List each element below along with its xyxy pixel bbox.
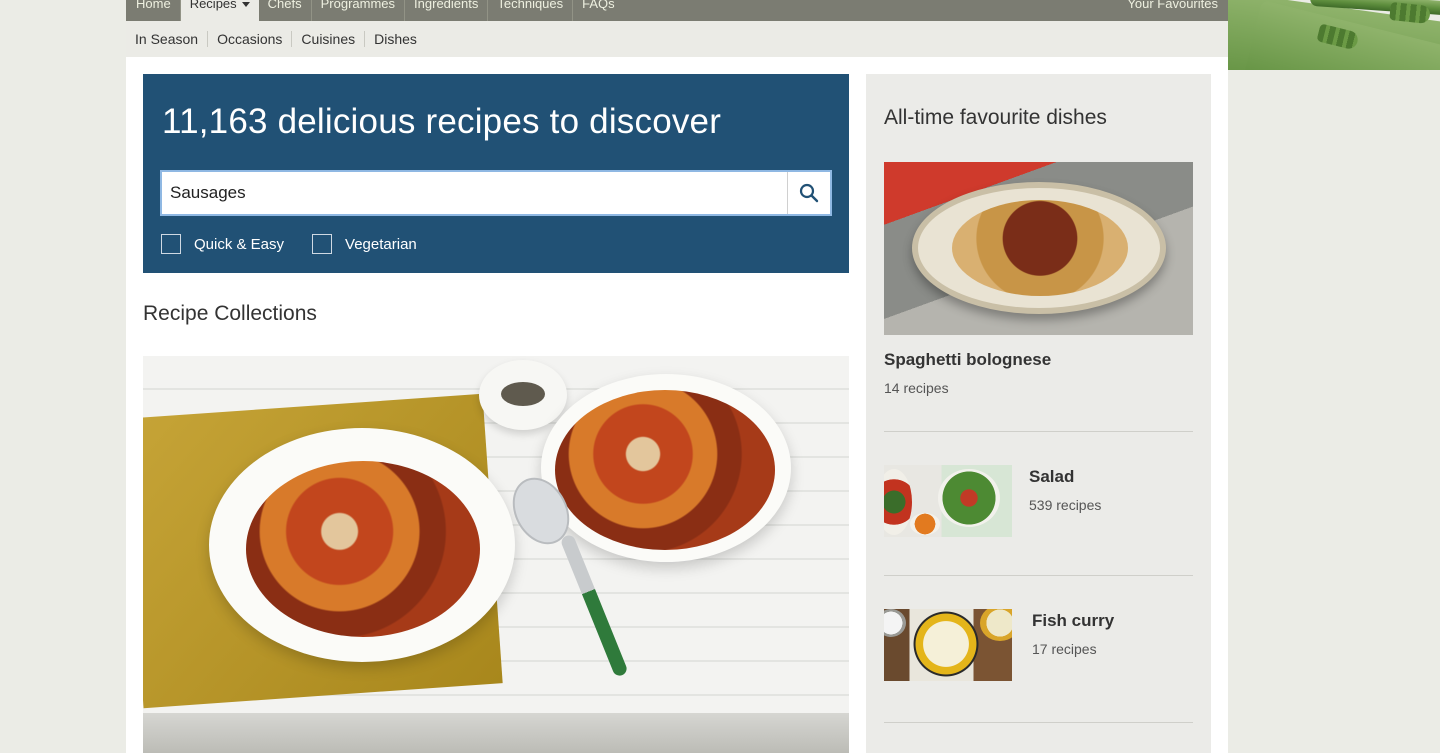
subnav-in-season[interactable]: In Season [126, 31, 209, 47]
nav-programmes[interactable]: Programmes [312, 0, 406, 21]
recipe-search-panel: 11,163 delicious recipes to discover Qui… [143, 74, 849, 273]
search-icon [799, 183, 819, 203]
nav-chefs[interactable]: Chefs [259, 0, 312, 21]
sidebar-title: All-time favourite dishes [884, 106, 1107, 129]
page-container: Home Recipes Chefs Programmes Ingredient… [126, 0, 1228, 753]
divider [884, 722, 1193, 723]
divider [884, 431, 1193, 432]
recipe-collections-heading: Recipe Collections [143, 302, 317, 325]
quick-easy-checkbox[interactable] [161, 234, 181, 254]
search-filters: Quick & Easy Vegetarian [161, 234, 445, 254]
nav-techniques[interactable]: Techniques [488, 0, 574, 21]
hero-title: 11,163 delicious recipes to discover [162, 102, 722, 141]
sub-navigation: In Season Occasions Cuisines Dishes [126, 21, 1228, 57]
search-button[interactable] [787, 172, 830, 214]
vegetarian-filter[interactable]: Vegetarian [312, 234, 417, 254]
salad-link[interactable]: Salad [1029, 467, 1074, 487]
fish-curry-link[interactable]: Fish curry [1032, 611, 1114, 631]
collection-image[interactable] [143, 356, 849, 753]
nav-home[interactable]: Home [126, 0, 181, 21]
salad-image[interactable] [884, 465, 1012, 537]
spaghetti-bolognese-count: 14 recipes [884, 380, 949, 396]
salad-count: 539 recipes [1029, 497, 1102, 513]
asparagus-decoration [1200, 0, 1440, 70]
vegetarian-label: Vegetarian [345, 235, 417, 253]
top-navigation: Home Recipes Chefs Programmes Ingredient… [126, 0, 1228, 21]
nav-recipes[interactable]: Recipes [180, 0, 259, 21]
search-input[interactable] [162, 172, 787, 214]
fish-curry-image[interactable] [884, 609, 1012, 681]
subnav-occasions[interactable]: Occasions [208, 31, 293, 47]
caret-down-icon [241, 2, 250, 7]
your-favourites-link[interactable]: Your Favourites [1127, 0, 1228, 21]
quick-easy-label: Quick & Easy [194, 235, 285, 253]
fish-curry-count: 17 recipes [1032, 641, 1097, 657]
vegetarian-checkbox[interactable] [312, 234, 333, 254]
quick-easy-filter[interactable]: Quick & Easy [161, 234, 284, 254]
nav-faqs[interactable]: FAQs [573, 0, 624, 21]
spaghetti-bolognese-image[interactable] [884, 162, 1193, 335]
nav-ingredients[interactable]: Ingredients [405, 0, 489, 21]
spaghetti-bolognese-link[interactable]: Spaghetti bolognese [884, 350, 1051, 370]
nav-recipes-label: Recipes [189, 0, 237, 11]
search-box [160, 170, 832, 216]
divider [884, 575, 1193, 576]
favourite-dishes-sidebar: All-time favourite dishes Spaghetti bolo… [866, 74, 1211, 753]
subnav-cuisines[interactable]: Cuisines [292, 31, 366, 47]
subnav-dishes[interactable]: Dishes [365, 31, 426, 47]
